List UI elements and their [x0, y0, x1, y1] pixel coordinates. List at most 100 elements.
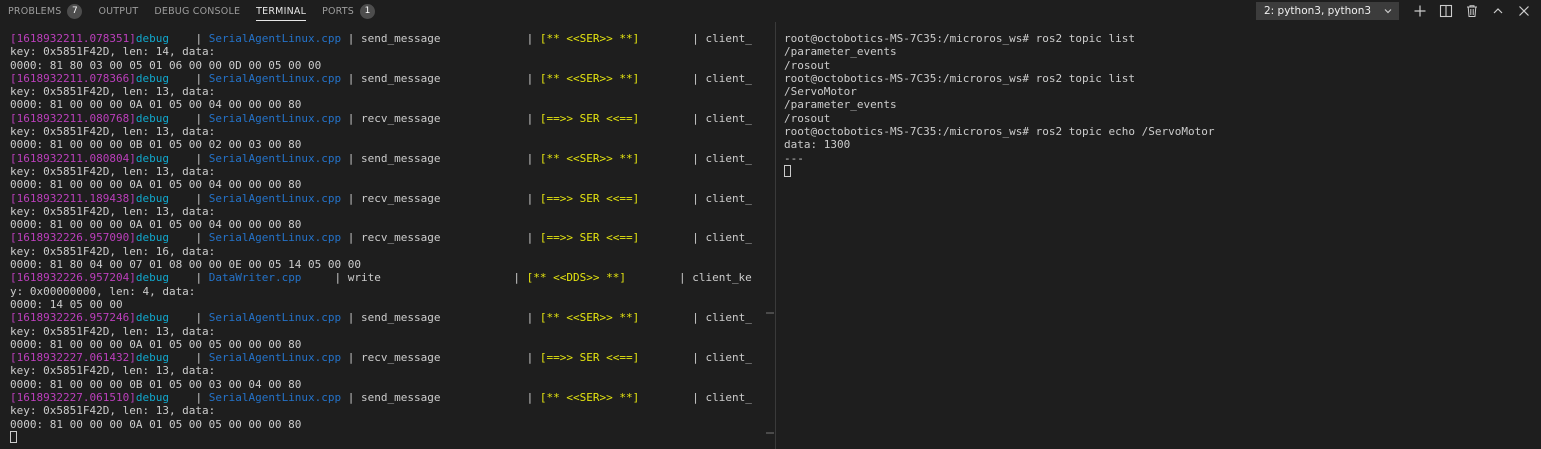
log-separator: |	[526, 191, 540, 205]
tab-ports[interactable]: PORTS 1	[314, 0, 383, 22]
log-separator: |	[168, 231, 209, 245]
log-level: debug	[135, 32, 169, 45]
log-separator: |	[301, 271, 348, 285]
log-separator: |	[639, 311, 706, 325]
log-separator: |	[168, 151, 209, 165]
log-hex-dump: 0000: 81 80 03 00 05 01 06 00 00 0D 00 0…	[10, 58, 322, 72]
split-terminal-button[interactable]	[1433, 0, 1459, 22]
log-source-file: DataWriter.cpp	[208, 271, 302, 285]
log-level: debug	[135, 231, 169, 245]
tab-problems[interactable]: PROBLEMS 7	[0, 0, 90, 22]
log-wrapped-line: key: 0x5851F42D, len: 13, data:	[10, 125, 216, 139]
log-separator: |	[341, 151, 362, 165]
close-icon	[1519, 6, 1529, 16]
log-hex-dump: 0000: 81 00 00 00 0B 01 05 00 02 00 03 0…	[10, 138, 302, 152]
panel-tabs: PROBLEMS 7 OUTPUT DEBUG CONSOLE TERMINAL PORT…	[0, 0, 383, 22]
log-function: send_message	[361, 71, 527, 85]
log-wrapped-line: key: 0x5851F42D, len: 13, data:	[10, 204, 216, 218]
log-source-file: SerialAgentLinux.cpp	[208, 191, 342, 205]
log-separator: |	[526, 391, 540, 405]
panel-tab-bar: PROBLEMS 7 OUTPUT DEBUG CONSOLE TERMINAL PORT…	[0, 0, 1541, 22]
tab-debug-console[interactable]: DEBUG CONSOLE	[146, 0, 248, 22]
log-function: send_message	[361, 32, 527, 45]
log-direction-tag: [** <<SER>> **]	[539, 32, 640, 45]
log-function: write	[347, 271, 514, 285]
log-function: send_message	[361, 151, 527, 165]
tab-output[interactable]: OUTPUT	[90, 0, 146, 22]
log-function: recv_message	[361, 231, 527, 245]
terminal-select[interactable]: 2: python3, python3	[1256, 2, 1399, 20]
terminal-line: /rosout	[784, 111, 831, 125]
log-direction-tag: [** <<DDS>> **]	[526, 271, 626, 285]
log-function: recv_message	[361, 111, 527, 125]
log-level: debug	[135, 151, 169, 165]
log-hex-dump: 0000: 81 00 00 00 0A 01 05 00 05 00 00 0…	[10, 417, 302, 431]
log-source-file: SerialAgentLinux.cpp	[208, 111, 342, 125]
log-separator: |	[341, 231, 362, 245]
log-client-key: client_	[705, 111, 752, 125]
terminal-line: /ServoMotor	[784, 85, 857, 99]
log-timestamp: [1618932226.957204]	[10, 271, 136, 285]
log-source-file: SerialAgentLinux.cpp	[208, 32, 342, 45]
log-source-file: SerialAgentLinux.cpp	[208, 71, 342, 85]
log-entry-line: [1618932211.080804]debug | SerialAgentLi…	[10, 152, 768, 165]
log-separator: |	[341, 71, 362, 85]
terminal-cursor	[10, 430, 17, 443]
log-level: debug	[135, 391, 169, 405]
log-client-key: client_	[705, 71, 752, 85]
log-hex-dump: 0000: 81 00 00 00 0B 01 05 00 03 00 04 0…	[10, 377, 302, 391]
terminal-line: root@octobotics-MS-7C35:/microros_ws# ro…	[784, 71, 1135, 85]
log-separator: |	[639, 71, 706, 85]
log-separator: |	[341, 191, 362, 205]
log-separator: |	[168, 111, 209, 125]
log-separator: |	[341, 391, 362, 405]
log-direction-tag: [** <<SER>> **]	[539, 151, 640, 165]
log-hex-dump: 0000: 81 00 00 00 0A 01 05 00 04 00 00 0…	[10, 218, 302, 232]
log-entry-line: [1618932226.957090]debug | SerialAgentLi…	[10, 231, 768, 244]
terminal-split-divider[interactable]	[775, 22, 776, 449]
terminal-line: ---	[784, 151, 804, 165]
log-wrapped-line: key: 0x5851F42D, len: 16, data:	[10, 244, 216, 258]
tab-terminal[interactable]: TERMINAL	[248, 0, 314, 22]
left-terminal-scrollbar[interactable]	[766, 22, 774, 449]
log-separator: |	[639, 32, 706, 45]
kill-terminal-button[interactable]	[1459, 0, 1485, 22]
log-separator: |	[639, 351, 706, 365]
log-direction-tag: [** <<SER>> **]	[539, 311, 640, 325]
log-wrapped-line: key: 0x5851F42D, len: 13, data:	[10, 85, 216, 99]
new-terminal-button[interactable]	[1407, 0, 1433, 22]
log-entry-line: [1618932211.189438]debug | SerialAgentLi…	[10, 192, 768, 205]
add-icon	[1414, 5, 1426, 17]
tab-count-badge: 1	[360, 3, 376, 19]
log-source-file: SerialAgentLinux.cpp	[208, 311, 342, 325]
right-terminal-output[interactable]: root@octobotics-MS-7C35:/microros_ws# ro…	[784, 32, 1524, 449]
log-separator: |	[526, 311, 540, 325]
log-separator: |	[639, 231, 706, 245]
log-entry-line: [1618932227.061432]debug | SerialAgentLi…	[10, 351, 768, 364]
terminal-line: /parameter_events	[784, 45, 897, 59]
log-direction-tag: [** <<SER>> **]	[539, 71, 640, 85]
log-hex-dump: 0000: 81 00 00 00 0A 01 05 00 04 00 00 0…	[10, 178, 302, 192]
close-panel-button[interactable]	[1511, 0, 1537, 22]
log-separator: |	[168, 191, 209, 205]
log-hex-dump: 0000: 14 05 00 00	[10, 297, 123, 311]
maximize-panel-button[interactable]	[1485, 0, 1511, 22]
log-level: debug	[135, 71, 169, 85]
left-terminal-output[interactable]: [1618932211.078351]debug | SerialAgentLi…	[10, 32, 768, 449]
log-separator: |	[341, 351, 362, 365]
log-timestamp: [1618932227.061510]	[10, 391, 136, 405]
log-direction-tag: [==>> SER <<==]	[539, 351, 640, 365]
log-direction-tag: [==>> SER <<==]	[539, 191, 640, 205]
log-function: recv_message	[361, 351, 527, 365]
log-source-file: SerialAgentLinux.cpp	[208, 391, 342, 405]
log-level: debug	[135, 191, 169, 205]
tab-label: TERMINAL	[256, 5, 307, 17]
log-separator: |	[526, 111, 540, 125]
log-separator: |	[341, 32, 362, 45]
log-level: debug	[135, 311, 169, 325]
log-client-key: client_	[705, 351, 752, 365]
log-separator: |	[526, 32, 540, 45]
log-entry-line: [1618932226.957246]debug | SerialAgentLi…	[10, 311, 768, 324]
scrollbar-mark	[766, 312, 774, 314]
log-client-key: client_	[705, 151, 752, 165]
